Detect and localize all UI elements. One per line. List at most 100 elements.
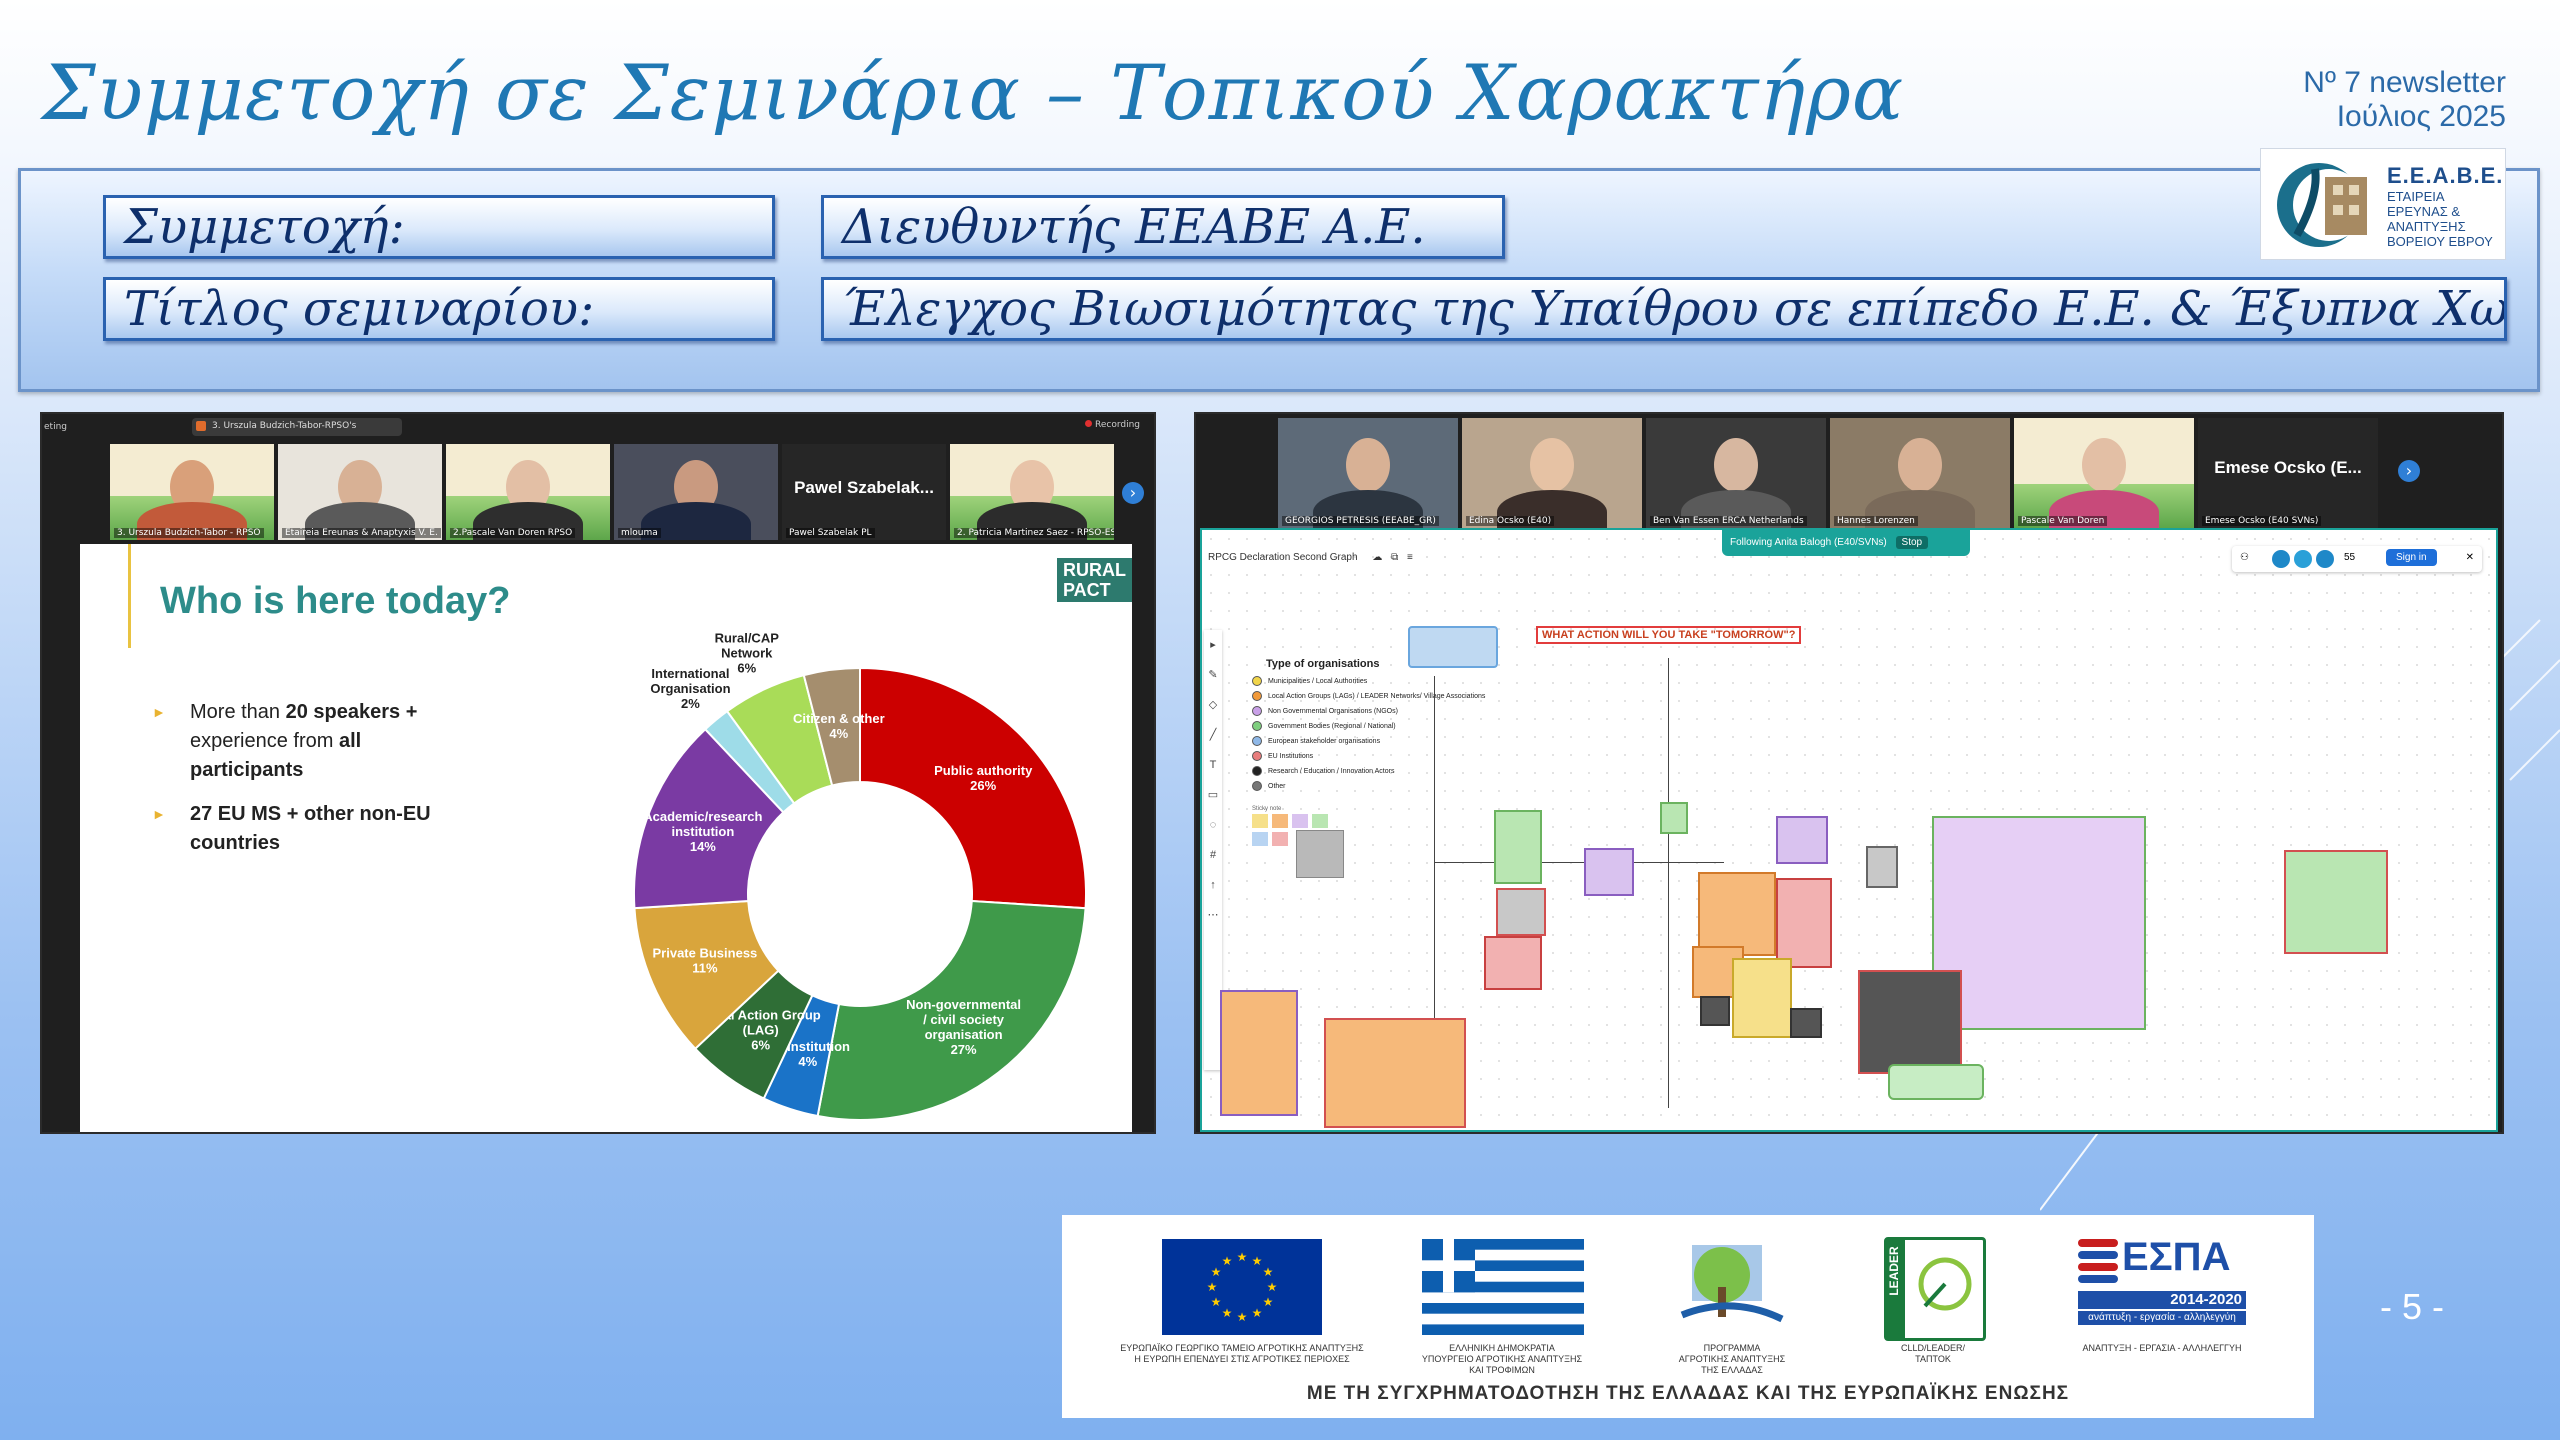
sticky-swatch[interactable]: [1252, 814, 1268, 828]
avatar[interactable]: [2272, 550, 2290, 568]
comment-tool-icon[interactable]: ◌: [1204, 810, 1222, 840]
sticky-note[interactable]: [1494, 810, 1542, 884]
sticky-swatch[interactable]: [1296, 830, 1344, 878]
collaborators-icon[interactable]: ⚇: [2240, 552, 2249, 563]
seminar-banner: Συμμετοχή: Διευθυντής ΕΕΑΒΕ Α.Ε. Τίτλος …: [18, 168, 2540, 392]
participant-name: Edina Ocsko (E40): [1466, 516, 1555, 526]
eu-star-icon: ★: [1252, 1306, 1263, 1320]
shape-tool-icon[interactable]: ◇: [1204, 690, 1222, 720]
sticky-swatch[interactable]: [1252, 832, 1268, 846]
meeting-title-fragment: eting: [44, 422, 67, 432]
eeabe-emblem-icon: [2277, 163, 2367, 247]
stop-following-button[interactable]: Stop: [1895, 536, 1929, 549]
participant-tile[interactable]: Pawel Szabelak... Pawel Szabelak PL: [782, 444, 946, 540]
participant-tile[interactable]: 3. Urszula Budzich-Tabor - RPSO: [110, 444, 274, 540]
sticky-note[interactable]: [1496, 888, 1546, 936]
sticky-note[interactable]: [1700, 996, 1730, 1026]
sticky-note[interactable]: [1858, 970, 1962, 1074]
eu-star-icon: ★: [1237, 1250, 1248, 1264]
legend-list: Municipalities / Local Authorities Local …: [1252, 674, 1485, 794]
participant-tile[interactable]: Edina Ocsko (E40): [1462, 418, 1642, 528]
organisation-legend: Type of organisations Municipalities / L…: [1252, 658, 1485, 878]
sticky-note[interactable]: [1776, 816, 1828, 864]
legend-dot-icon: [1252, 751, 1262, 762]
sticky-note[interactable]: [1584, 848, 1634, 896]
sticky-swatch[interactable]: [1312, 814, 1328, 828]
avatar[interactable]: [2294, 550, 2312, 568]
sticky-note[interactable]: [1932, 816, 2146, 1030]
legend-dot-icon: [1252, 736, 1262, 747]
sticky-palette[interactable]: [1252, 814, 1362, 878]
meeting-top-bar: eting 3. Urszula Budzich-Tabor-RPSO's Re…: [42, 414, 1154, 544]
participant-tile[interactable]: Etaireia Ereunas & Anaptyxis V. E.: [278, 444, 442, 540]
seminar-title-value: Έλεγχος Βιωσιμότητας της Υπαίθρου σε επί…: [821, 277, 2507, 341]
bullet-text: experience from: [190, 730, 339, 752]
meeting-tab[interactable]: 3. Urszula Budzich-Tabor-RPSO's: [192, 418, 402, 436]
eu-star-icon: ★: [1263, 1295, 1274, 1309]
participant-tile[interactable]: GEORGIOS PETRESIS (EEABE_GR): [1278, 418, 1458, 528]
text-tool-icon[interactable]: T: [1204, 750, 1222, 780]
eu-star-icon: ★: [1207, 1280, 1218, 1294]
page-title: Συμμετοχή σε Σεμινάρια – Τοπικού Χαρακτή…: [42, 48, 1905, 137]
legend-item: Government Bodies (Regional / National): [1252, 719, 1485, 734]
sticky-note[interactable]: [1698, 872, 1776, 956]
sticky-note[interactable]: [1732, 958, 1792, 1038]
meeting-tab-label: 3. Urszula Budzich-Tabor-RPSO's: [212, 421, 357, 431]
participant-tile[interactable]: mlouma: [614, 444, 778, 540]
speaker-name: Emese Ocsko (E...: [2214, 458, 2362, 477]
participant-tile[interactable]: Hannes Lorenzen: [1830, 418, 2010, 528]
participant-tile[interactable]: 2. Patricia Martinez Saez - RPSO-ES: [950, 444, 1114, 540]
eafrd-label-line: ΕΥΡΩΠΑΪΚΟ ΓΕΩΡΓΙΚΟ ΤΑΜΕΙΟ ΑΓΡΟΤΙΚΗΣ ΑΝΑΠ…: [1120, 1343, 1364, 1353]
screen-border: [42, 544, 80, 1132]
line-tool-icon[interactable]: ╱: [1204, 720, 1222, 750]
bullet-text-bold: 27 EU MS: [190, 803, 282, 825]
sticky-note[interactable]: [1888, 1064, 1984, 1100]
sticky-note[interactable]: [1866, 846, 1898, 888]
logo-line: ΒΟΡΕΙΟΥ ΕΒΡΟΥ: [2387, 234, 2493, 249]
export-icon[interactable]: ⧉: [1391, 552, 1398, 563]
cloud-icon[interactable]: ☁: [1372, 552, 1382, 563]
sticky-tool-icon[interactable]: ▭: [1204, 780, 1222, 810]
whiteboard[interactable]: Following Anita Balogh (E40/SVNs) Stop R…: [1200, 528, 2498, 1132]
left-meeting-screenshot: eting 3. Urszula Budzich-Tabor-RPSO's Re…: [40, 412, 1156, 1134]
participant-name: mlouma: [618, 528, 661, 538]
eu-star-icon: ★: [1211, 1295, 1222, 1309]
participant-name: Pascale Van Doren: [2018, 516, 2108, 526]
select-tool-icon[interactable]: ▸: [1204, 630, 1222, 660]
sign-in-button[interactable]: Sign in: [2386, 549, 2437, 566]
frame-tool-icon[interactable]: #: [1204, 840, 1222, 870]
rural-pact-logo: RURAL PACT: [1057, 558, 1132, 602]
participant-tile[interactable]: Emese Ocsko (E... Emese Ocsko (E40 SVNs): [2198, 418, 2378, 528]
sticky-note[interactable]: [1484, 936, 1542, 990]
pen-tool-icon[interactable]: ✎: [1204, 660, 1222, 690]
sticky-swatch[interactable]: [1272, 832, 1288, 846]
participant-tile[interactable]: Ben Van Essen ERCA Netherlands: [1646, 418, 1826, 528]
logo-line: ΑΝΑΠΤΥΞΗΣ: [2387, 219, 2466, 234]
bullet-arrow-icon: ►: [152, 704, 166, 720]
sticky-note[interactable]: [2284, 850, 2388, 954]
eafrd-label-line: Η ΕΥΡΩΠΗ ΕΠΕΝΔΥΕΙ ΣΤΙΣ ΑΓΡΟΤΙΚΕΣ ΠΕΡΙΟΧΕ…: [1134, 1354, 1350, 1364]
close-icon[interactable]: ✕: [2466, 552, 2474, 563]
sticky-note[interactable]: [1660, 802, 1688, 834]
participant-name: Pawel Szabelak PL: [786, 528, 875, 538]
participant-name: Ben Van Essen ERCA Netherlands: [1650, 516, 1807, 526]
sticky-note[interactable]: [1324, 1018, 1466, 1128]
menu-icon[interactable]: ≡: [1407, 552, 1413, 563]
slide-accent-bar: [128, 544, 131, 648]
sticky-swatch[interactable]: [1292, 814, 1308, 828]
legend-label: Government Bodies (Regional / National): [1268, 723, 1396, 730]
participant-tile[interactable]: Pascale Van Doren: [2014, 418, 2194, 528]
sticky-note[interactable]: [1776, 878, 1832, 968]
sticky-note[interactable]: [1220, 990, 1298, 1116]
sticky-swatch[interactable]: [1272, 814, 1288, 828]
next-participants-button[interactable]: ›: [2398, 460, 2420, 482]
participant-name: GEORGIOS PETRESIS (EEABE_GR): [1282, 516, 1439, 526]
participant-tile[interactable]: 2.Pascale Van Doren RPSO: [446, 444, 610, 540]
legend-dot-icon: [1252, 676, 1262, 687]
sticky-note[interactable]: [1790, 1008, 1822, 1038]
more-tools-icon[interactable]: ⋯: [1204, 900, 1222, 930]
upload-tool-icon[interactable]: ↑: [1204, 870, 1222, 900]
avatar[interactable]: [2316, 550, 2334, 568]
next-participants-button[interactable]: ›: [1122, 482, 1144, 504]
zoom-level[interactable]: 55: [2344, 552, 2355, 563]
